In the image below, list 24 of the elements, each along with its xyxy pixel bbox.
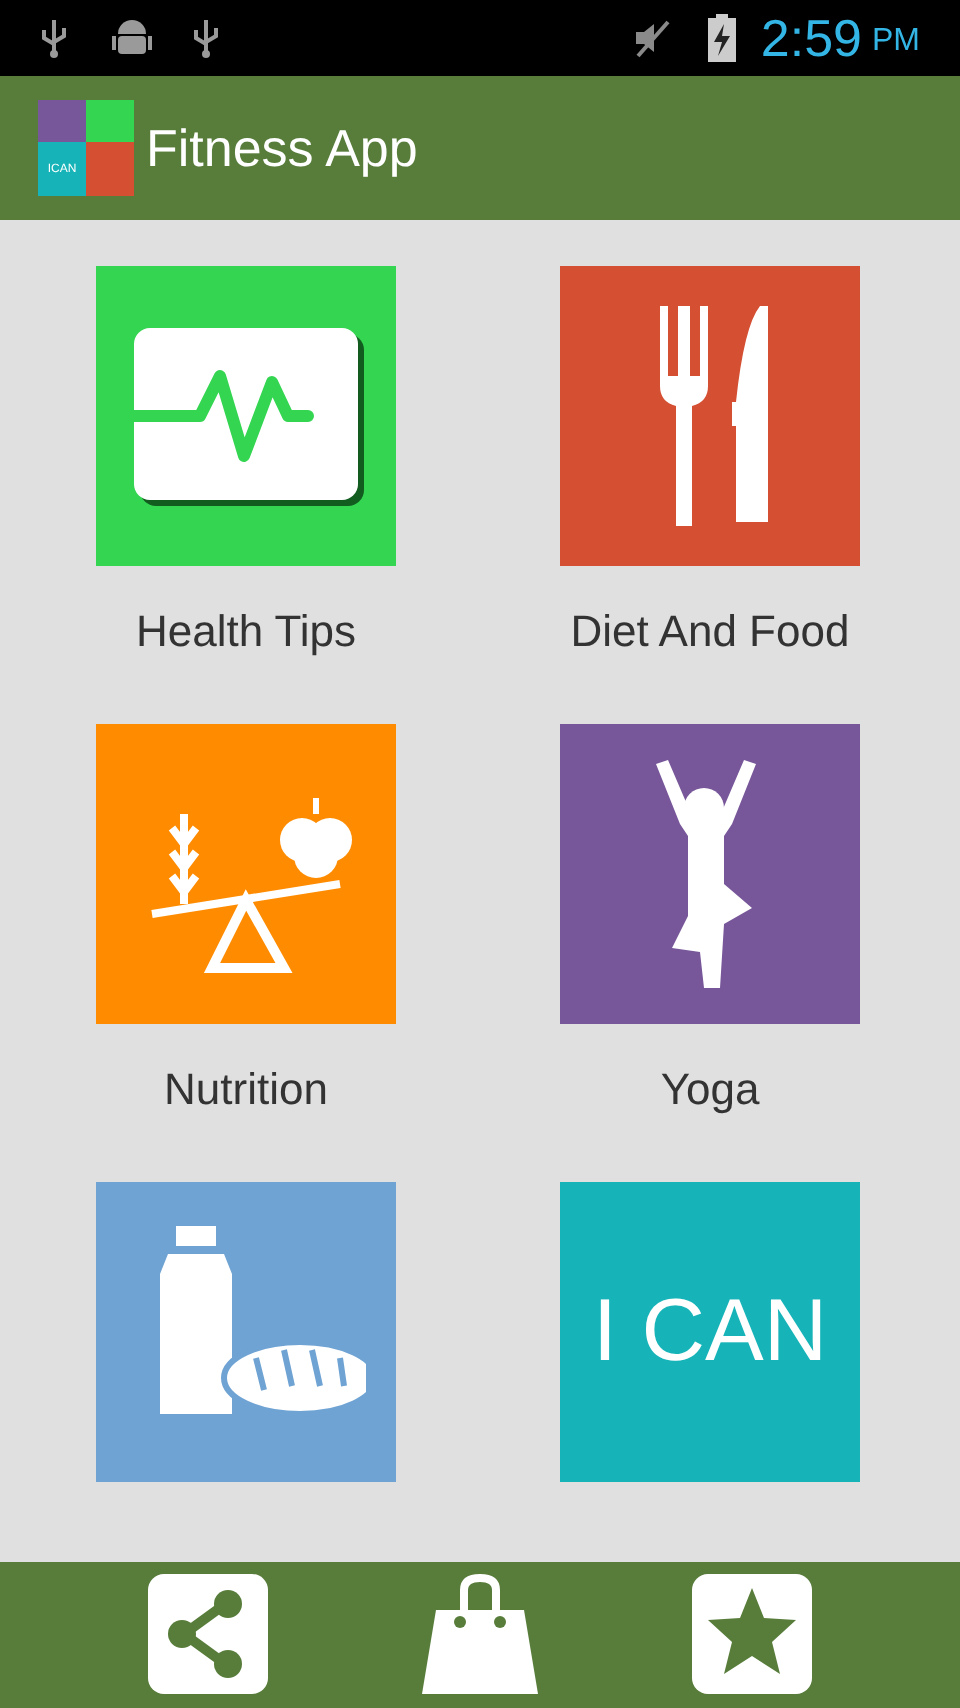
battery-icon	[708, 14, 737, 62]
menu-tile[interactable]	[96, 724, 396, 1024]
tile-label: Diet And Food	[570, 606, 850, 658]
share-icon[interactable]	[148, 1574, 268, 1694]
menu-tile[interactable]	[96, 1182, 396, 1482]
menu-tile[interactable]	[560, 724, 860, 1024]
usb-icon	[40, 18, 68, 58]
tile-label: Yoga	[660, 1064, 760, 1116]
logo-tile	[86, 100, 134, 142]
clock-period: PM	[872, 22, 920, 62]
tile-text: I CAN	[592, 1288, 828, 1376]
usb-icon	[192, 18, 220, 58]
clock: 2:59	[760, 5, 862, 71]
tile-label: Nutrition	[164, 1064, 328, 1116]
logo-tile	[38, 100, 86, 142]
mute-icon	[632, 18, 673, 58]
menu-tile[interactable]: I CAN	[560, 1182, 860, 1482]
logo-tile	[86, 142, 134, 196]
menu-tile[interactable]	[560, 266, 860, 566]
menu-tile[interactable]	[96, 266, 396, 566]
android-icon	[112, 16, 152, 60]
app-title: Fitness App	[146, 115, 418, 181]
tile-label: Health Tips	[135, 606, 357, 658]
shopping-bag-icon[interactable]	[420, 1574, 540, 1694]
